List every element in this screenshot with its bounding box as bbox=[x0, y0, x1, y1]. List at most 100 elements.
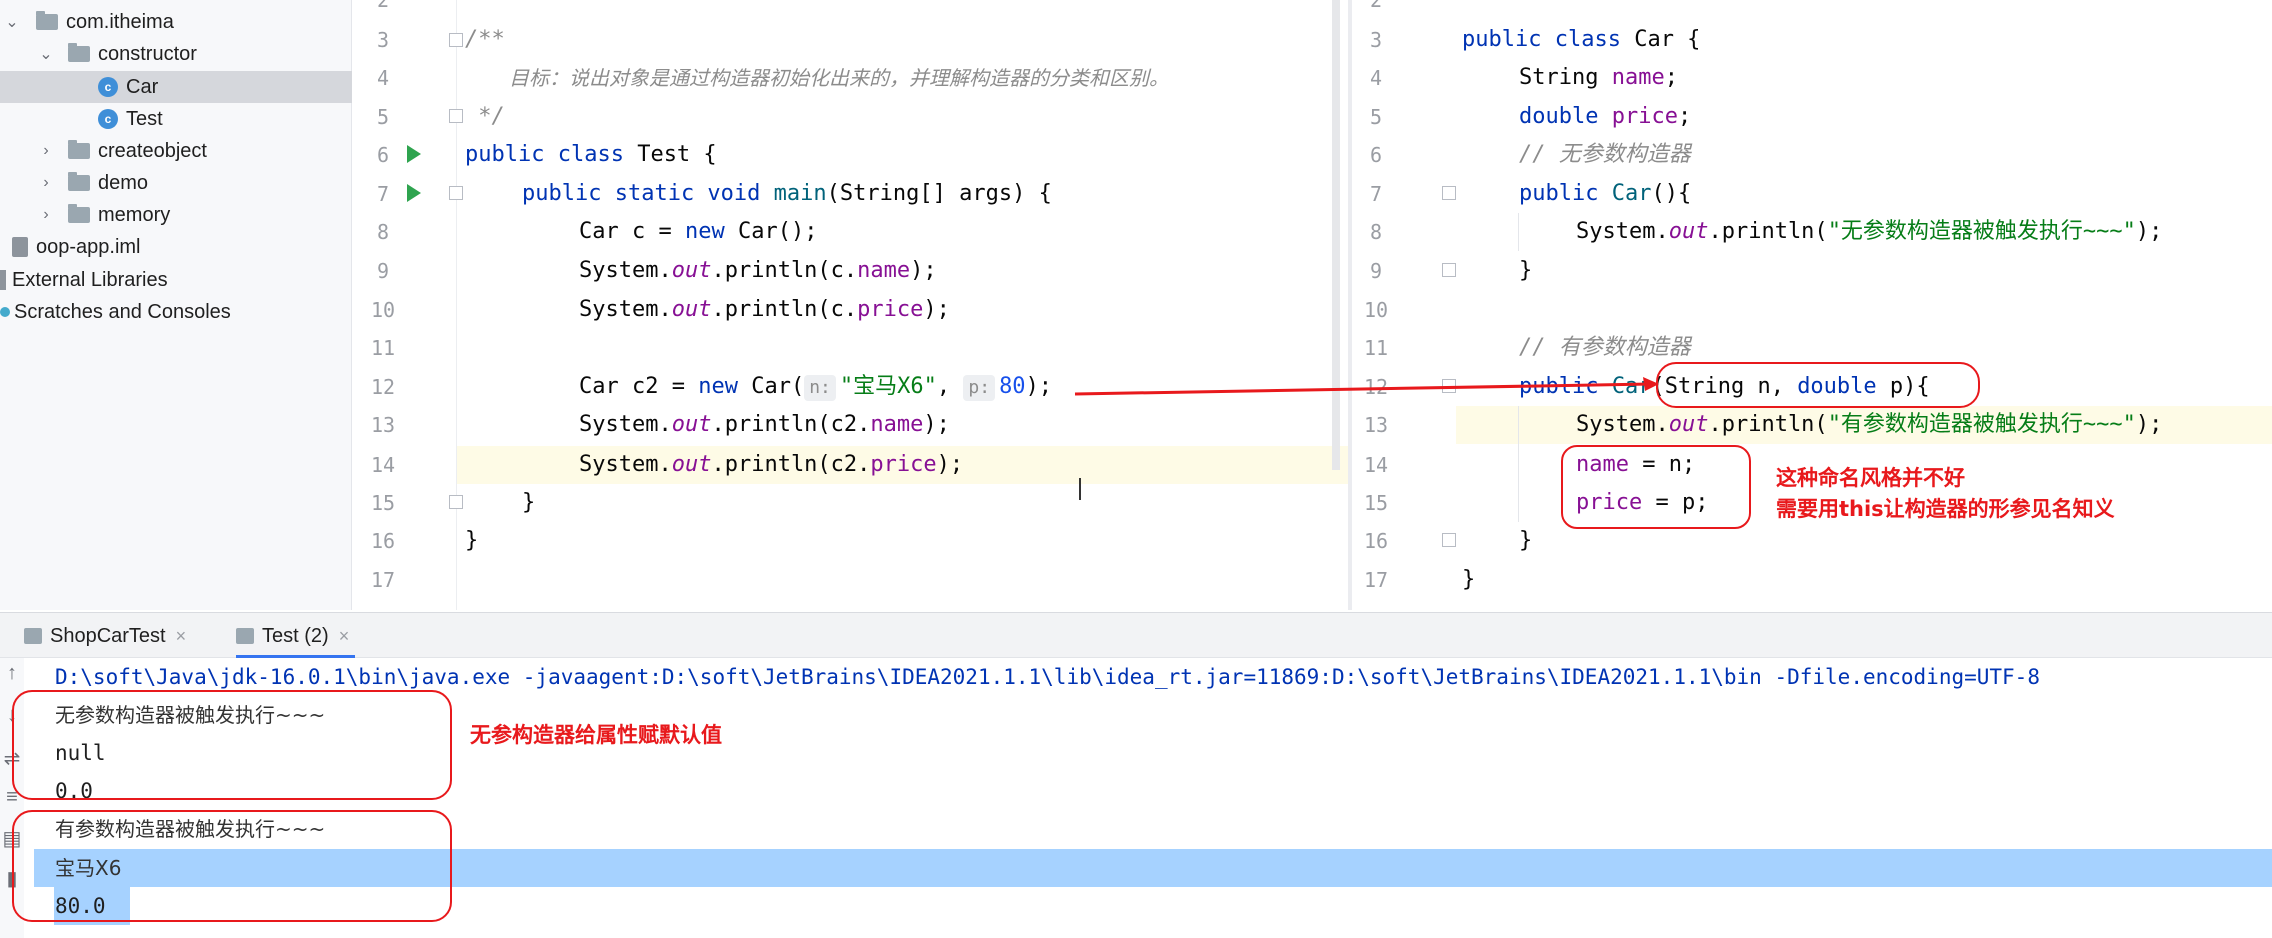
line-number: 2 bbox=[1370, 0, 1383, 12]
chevron-down-icon[interactable]: ⌄ bbox=[0, 12, 24, 32]
folder-icon bbox=[36, 11, 58, 30]
annotation-naming-line2: 需要用this让构造器的形参见名知义 bbox=[1776, 497, 2115, 521]
line-number: 11 bbox=[1364, 336, 1389, 360]
line-number: 5 bbox=[1370, 105, 1383, 129]
code-text: System. bbox=[579, 412, 672, 437]
code-line-5: */ bbox=[465, 104, 505, 129]
annotation-default-values: 无参构造器给属性赋默认值 bbox=[470, 723, 722, 747]
keyword: public static void bbox=[522, 181, 761, 206]
tree-item-label: Test bbox=[126, 107, 163, 130]
code-text: ); bbox=[2135, 412, 2163, 437]
line-number: 9 bbox=[377, 259, 390, 283]
chevron-down-icon[interactable]: ⌄ bbox=[34, 44, 58, 64]
tree-item-memory[interactable]: › memory bbox=[0, 199, 352, 231]
line-number: 12 bbox=[371, 375, 396, 399]
folder-icon bbox=[68, 172, 90, 191]
fold-marker-icon[interactable] bbox=[1442, 263, 1456, 277]
close-icon[interactable]: × bbox=[176, 626, 187, 647]
parameter-hint: n: bbox=[804, 375, 836, 401]
code-text: ; bbox=[1677, 104, 1692, 129]
run-main-icon[interactable] bbox=[407, 184, 421, 202]
tree-item-constructor[interactable]: ⌄ constructor bbox=[0, 38, 352, 70]
tree-item-demo[interactable]: › demo bbox=[0, 167, 352, 199]
keyword: new bbox=[698, 374, 738, 399]
line-number: 10 bbox=[371, 298, 396, 322]
keyword: public class bbox=[1462, 27, 1621, 52]
code-line-8: System.out.println("无参数构造器被触发执行~~~"); bbox=[1576, 213, 2162, 251]
code-text: ); bbox=[910, 258, 937, 283]
line-number: 8 bbox=[1370, 220, 1383, 244]
fold-marker-icon[interactable] bbox=[1442, 186, 1456, 200]
code-text: .println( bbox=[1708, 219, 1828, 244]
field-decl: name bbox=[1611, 65, 1665, 90]
editor-test-java[interactable]: 2 3 4 5 6 7 8 9 10 11 12 13 14 15 16 17 … bbox=[353, 0, 1348, 610]
line-number: 10 bbox=[1364, 298, 1389, 322]
tree-item-test[interactable]: c Test bbox=[0, 103, 352, 135]
tree-item-label: memory bbox=[98, 203, 171, 226]
tree-item-scratches[interactable]: Scratches and Consoles bbox=[0, 296, 352, 328]
tree-item-label: createobject bbox=[98, 139, 207, 162]
line-number: 6 bbox=[1370, 143, 1383, 167]
library-icon bbox=[0, 270, 6, 290]
code-text: .println(c2. bbox=[711, 412, 871, 437]
code-line-4: String name; bbox=[1519, 59, 1678, 97]
folder-icon bbox=[68, 140, 90, 159]
tree-item-com-itheima[interactable]: ⌄ com.itheima bbox=[0, 6, 352, 38]
line-number: 5 bbox=[377, 105, 390, 129]
field-ref: name bbox=[870, 412, 924, 437]
code-line-14: System.out.println(c2.price); bbox=[579, 446, 963, 484]
code-text: Car c2 = bbox=[579, 374, 699, 399]
static-field: out bbox=[671, 297, 712, 322]
folder-icon bbox=[68, 204, 90, 223]
run-class-icon[interactable] bbox=[407, 145, 421, 163]
fold-marker-icon[interactable] bbox=[449, 186, 463, 200]
code-text: ); bbox=[936, 452, 964, 477]
code-text: ; bbox=[1664, 65, 1678, 90]
arrow-up-icon[interactable]: ↑ bbox=[0, 662, 24, 685]
line-number: 7 bbox=[1370, 182, 1383, 206]
tree-item-label: oop-app.iml bbox=[36, 235, 141, 258]
fold-marker-icon[interactable] bbox=[449, 495, 463, 509]
tab-shopcartest[interactable]: ShopCarTest × bbox=[24, 613, 186, 659]
code-text: System. bbox=[579, 297, 672, 322]
code-text: Car { bbox=[1620, 27, 1701, 52]
code-line-7: public Car(){ bbox=[1519, 175, 1691, 213]
code-text: (){ bbox=[1651, 181, 1692, 206]
close-icon[interactable]: × bbox=[339, 626, 350, 647]
code-line-13: System.out.println(c2.name); bbox=[579, 406, 950, 444]
code-line-8: Car c = new Car(); bbox=[579, 213, 817, 251]
line-number: 9 bbox=[1370, 259, 1383, 283]
fold-marker-icon[interactable] bbox=[449, 109, 463, 123]
code-line-6: // 无参数构造器 bbox=[1519, 142, 1691, 167]
code-line-10: System.out.println(c.price); bbox=[579, 291, 950, 329]
run-config-icon bbox=[24, 628, 42, 644]
code-line-17: } bbox=[1462, 567, 1476, 592]
arrow-head-icon bbox=[1643, 377, 1659, 391]
tree-item-oop-app-iml[interactable]: oop-app.iml bbox=[0, 231, 352, 263]
tab-test-2[interactable]: Test (2) × bbox=[236, 613, 356, 659]
code-line-6: public class Test { bbox=[465, 136, 717, 174]
line-number: 15 bbox=[1364, 491, 1389, 515]
code-text: Car(); bbox=[724, 219, 818, 244]
arrow-line bbox=[1074, 382, 1652, 396]
code-text: Test { bbox=[623, 142, 717, 167]
keyword: double bbox=[1519, 104, 1599, 129]
field-ref: price bbox=[857, 297, 924, 322]
project-tree-panel: ⌄ com.itheima ⌄ constructor c Car c Test… bbox=[0, 0, 352, 610]
line-number: 3 bbox=[1370, 28, 1383, 52]
tree-item-createobject[interactable]: › createobject bbox=[0, 135, 352, 167]
code-text: ); bbox=[2135, 219, 2163, 244]
chevron-right-icon[interactable]: › bbox=[34, 174, 58, 192]
line-number: 15 bbox=[371, 491, 396, 515]
tree-item-label: Car bbox=[126, 75, 159, 98]
chevron-right-icon[interactable]: › bbox=[34, 142, 58, 160]
tree-item-car[interactable]: c Car bbox=[0, 71, 352, 103]
chevron-right-icon[interactable]: › bbox=[34, 206, 58, 224]
fold-marker-icon[interactable] bbox=[1442, 533, 1456, 547]
fold-marker-icon[interactable] bbox=[449, 33, 463, 47]
code-text: Car( bbox=[737, 374, 805, 399]
code-text: ); bbox=[1025, 374, 1053, 399]
code-text: System. bbox=[1576, 412, 1669, 437]
tree-item-external-libraries[interactable]: External Libraries bbox=[0, 264, 352, 296]
